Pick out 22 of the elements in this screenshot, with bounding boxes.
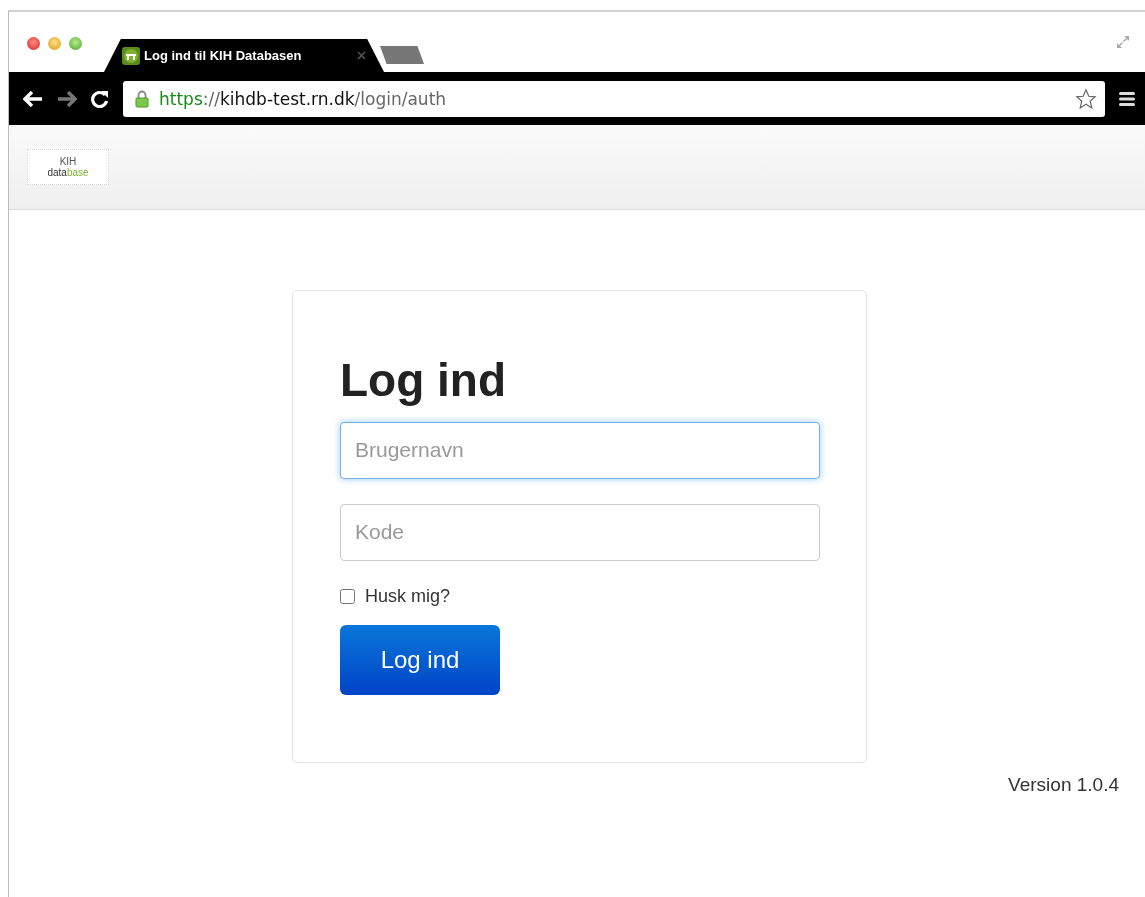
login-button[interactable]: Log ind bbox=[340, 624, 500, 695]
zoom-light[interactable] bbox=[69, 36, 82, 50]
menu-icon[interactable] bbox=[1119, 90, 1135, 107]
favicon-icon bbox=[122, 46, 140, 65]
address-bar[interactable]: https://kihdb-test.rn.dk/login/auth bbox=[123, 80, 1105, 117]
browser-tab[interactable]: Log ind til KIH Databasen bbox=[104, 39, 384, 72]
remember-checkbox[interactable] bbox=[340, 588, 355, 604]
version-text: Version 1.0.4 bbox=[1008, 774, 1119, 796]
remember-label: Husk mig? bbox=[365, 585, 451, 607]
login-title: Log ind bbox=[340, 355, 507, 406]
username-field[interactable]: Brugernavn bbox=[340, 421, 820, 479]
close-icon[interactable] bbox=[357, 51, 366, 60]
star-icon[interactable] bbox=[1075, 87, 1097, 110]
forward-icon[interactable] bbox=[57, 90, 77, 107]
fullscreen-icon[interactable] bbox=[1115, 34, 1131, 50]
close-light[interactable] bbox=[27, 36, 40, 50]
back-icon[interactable] bbox=[23, 90, 43, 107]
password-field[interactable]: Kode bbox=[340, 503, 820, 561]
site-logo[interactable]: KIH database bbox=[27, 149, 109, 185]
reload-icon[interactable] bbox=[91, 89, 109, 108]
padlock-icon bbox=[135, 89, 149, 108]
new-tab-button[interactable] bbox=[380, 46, 424, 64]
